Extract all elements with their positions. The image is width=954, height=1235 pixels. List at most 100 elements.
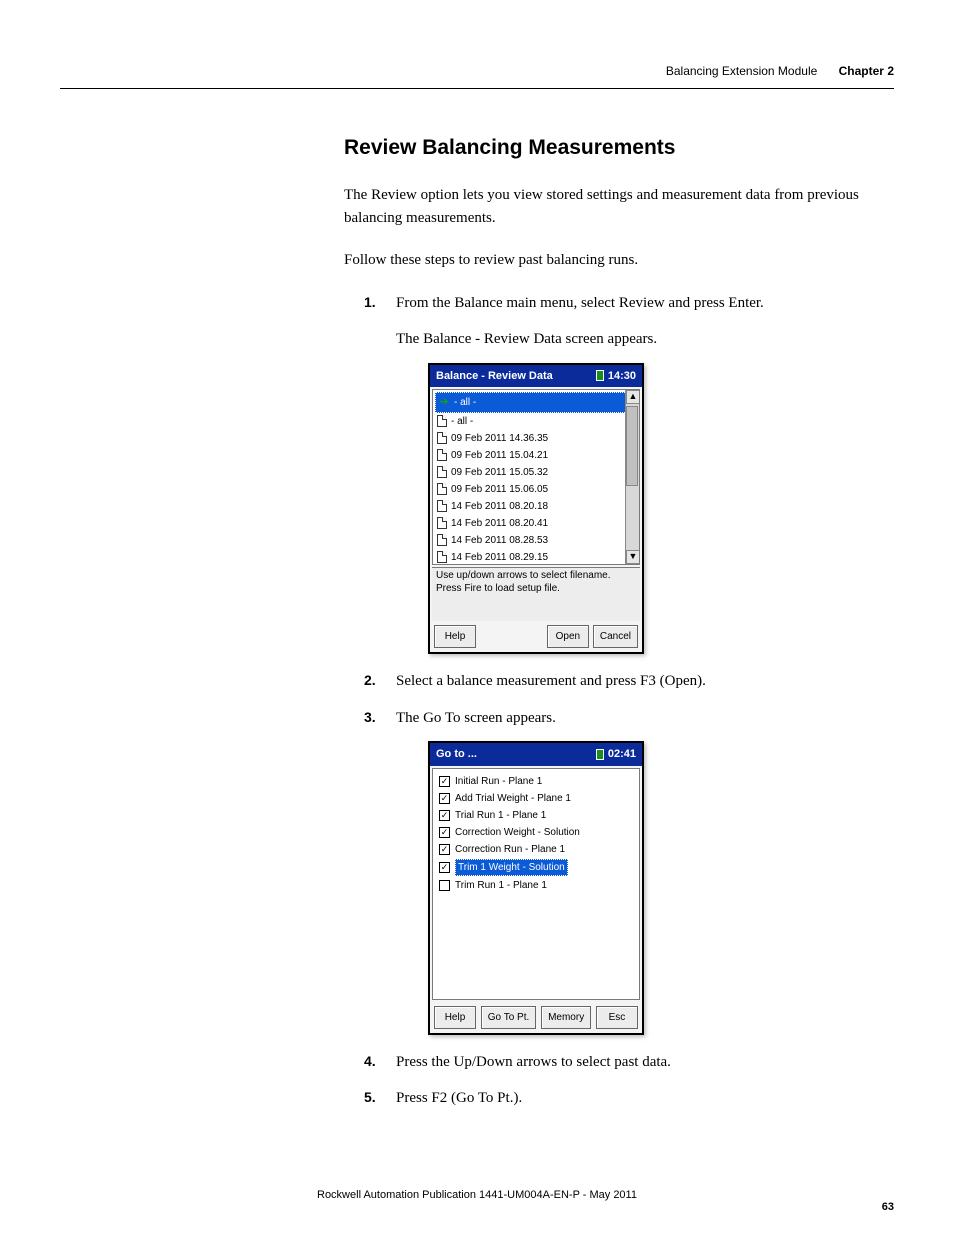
check-label: Correction Run - Plane 1 xyxy=(455,842,565,857)
file-list: ➔ - all - - all - 09 Feb 2011 14.36.35 0… xyxy=(433,390,639,565)
publication-line: Rockwell Automation Publication 1441-UM0… xyxy=(0,1189,954,1201)
check-item[interactable]: Trial Run 1 - Plane 1 xyxy=(439,807,633,824)
document-icon xyxy=(437,534,447,546)
step-1-sub: The Balance - Review Data screen appears… xyxy=(396,328,894,351)
checkbox-icon xyxy=(439,776,450,787)
file-listbox[interactable]: ➔ - all - - all - 09 Feb 2011 14.36.35 0… xyxy=(432,389,640,565)
check-item[interactable]: Initial Run - Plane 1 xyxy=(439,773,633,790)
device2-buttonbar: Help Go To Pt. Memory Esc xyxy=(430,1002,642,1033)
device1-time: 14:30 xyxy=(608,368,636,385)
page-footer: Rockwell Automation Publication 1441-UM0… xyxy=(0,1189,954,1201)
step-number: 2. xyxy=(364,670,376,691)
checkbox-icon xyxy=(439,827,450,838)
hint-line-1: Use up/down arrows to select filename. xyxy=(436,570,636,583)
help-button[interactable]: Help xyxy=(434,1006,476,1029)
step-text: Press F2 (Go To Pt.). xyxy=(396,1090,522,1106)
esc-button[interactable]: Esc xyxy=(596,1006,638,1029)
hint-line-2: Press Fire to load setup file. xyxy=(436,583,636,596)
list-item-label: 14 Feb 2011 08.28.53 xyxy=(451,533,548,548)
list-item[interactable]: 09 Feb 2011 14.36.35 xyxy=(435,430,637,447)
steps-list: 1. From the Balance main menu, select Re… xyxy=(364,292,894,1110)
document-icon xyxy=(437,517,447,529)
hint-area: Use up/down arrows to select filename. P… xyxy=(432,567,640,621)
checkbox-icon xyxy=(439,793,450,804)
step-1: 1. From the Balance main menu, select Re… xyxy=(364,292,894,655)
step-5: 5. Press F2 (Go To Pt.). xyxy=(364,1087,894,1110)
step-text: Select a balance measurement and press F… xyxy=(396,673,706,689)
device2-clock: 02:41 xyxy=(596,746,636,763)
device1-clock: 14:30 xyxy=(596,368,636,385)
scroll-down-icon[interactable]: ▼ xyxy=(626,550,640,564)
memory-button[interactable]: Memory xyxy=(541,1006,591,1029)
goto-checklist[interactable]: Initial Run - Plane 1 Add Trial Weight -… xyxy=(432,768,640,1000)
check-item-selected[interactable]: Trim 1 Weight - Solution xyxy=(439,858,633,877)
list-item[interactable]: 09 Feb 2011 15.06.05 xyxy=(435,481,637,498)
device2-title: Go to ... xyxy=(436,746,477,763)
step-4: 4. Press the Up/Down arrows to select pa… xyxy=(364,1051,894,1074)
checkbox-icon xyxy=(439,862,450,873)
open-button[interactable]: Open xyxy=(547,625,589,648)
document-icon xyxy=(437,483,447,495)
cancel-button[interactable]: Cancel xyxy=(593,625,638,648)
document-icon xyxy=(437,500,447,512)
spacer xyxy=(480,625,543,648)
running-header: Balancing Extension Module Chapter 2 xyxy=(666,64,894,78)
check-item[interactable]: Correction Run - Plane 1 xyxy=(439,841,633,858)
step-text: Press the Up/Down arrows to select past … xyxy=(396,1054,671,1070)
list-item-label: - all - xyxy=(454,395,476,410)
follow-paragraph: Follow these steps to review past balanc… xyxy=(344,249,894,272)
step-2: 2. Select a balance measurement and pres… xyxy=(364,670,894,693)
check-label: Correction Weight - Solution xyxy=(455,825,580,840)
main-content: Review Balancing Measurements The Review… xyxy=(344,136,894,1124)
document-icon xyxy=(437,415,447,427)
step-text: The Go To screen appears. xyxy=(396,710,556,726)
document-icon xyxy=(437,551,447,563)
help-button[interactable]: Help xyxy=(434,625,476,648)
checkbox-icon xyxy=(439,844,450,855)
document-icon xyxy=(437,449,447,461)
scrollbar[interactable]: ▲ ▼ xyxy=(625,390,639,564)
page-number: 63 xyxy=(882,1201,894,1213)
battery-icon xyxy=(596,370,604,381)
list-item-label: 14 Feb 2011 08.29.15 xyxy=(451,550,548,565)
header-rule xyxy=(60,88,894,89)
list-item[interactable]: 14 Feb 2011 08.20.41 xyxy=(435,515,637,532)
check-label: Add Trial Weight - Plane 1 xyxy=(455,791,571,806)
step-text: From the Balance main menu, select Revie… xyxy=(396,295,764,311)
checkbox-icon xyxy=(439,880,450,891)
header-section: Balancing Extension Module xyxy=(666,64,817,78)
list-item[interactable]: 09 Feb 2011 15.05.32 xyxy=(435,464,637,481)
device-goto: Go to ... 02:41 Initial Run - Plane 1 Ad… xyxy=(428,741,644,1035)
list-item-label: 09 Feb 2011 15.04.21 xyxy=(451,448,548,463)
header-chapter: Chapter 2 xyxy=(839,64,894,78)
step-number: 1. xyxy=(364,292,376,313)
check-label: Trim 1 Weight - Solution xyxy=(455,859,568,876)
check-item[interactable]: Add Trial Weight - Plane 1 xyxy=(439,790,633,807)
device-review-data: Balance - Review Data 14:30 ➔ - all - xyxy=(428,363,644,655)
list-item[interactable]: 14 Feb 2011 08.28.53 xyxy=(435,532,637,549)
step-number: 4. xyxy=(364,1051,376,1072)
check-label: Trim Run 1 - Plane 1 xyxy=(455,878,547,893)
scroll-up-icon[interactable]: ▲ xyxy=(626,390,640,404)
list-item[interactable]: 09 Feb 2011 15.04.21 xyxy=(435,447,637,464)
device1-buttonbar: Help Open Cancel xyxy=(430,621,642,652)
scroll-thumb[interactable] xyxy=(626,406,638,486)
check-label: Initial Run - Plane 1 xyxy=(455,774,542,789)
check-item[interactable]: Correction Weight - Solution xyxy=(439,824,633,841)
document-icon xyxy=(437,432,447,444)
check-label: Trial Run 1 - Plane 1 xyxy=(455,808,546,823)
check-item[interactable]: Trim Run 1 - Plane 1 xyxy=(439,877,633,894)
list-item-label: 09 Feb 2011 14.36.35 xyxy=(451,431,548,446)
list-item[interactable]: 14 Feb 2011 08.29.15 xyxy=(435,549,637,566)
page-title: Review Balancing Measurements xyxy=(344,136,894,160)
goto-pt-button[interactable]: Go To Pt. xyxy=(481,1006,537,1029)
step-number: 3. xyxy=(364,707,376,728)
list-item[interactable]: - all - xyxy=(435,413,637,430)
checkbox-icon xyxy=(439,810,450,821)
list-item-selected[interactable]: ➔ - all - xyxy=(435,392,637,413)
list-item[interactable]: 14 Feb 2011 08.20.18 xyxy=(435,498,637,515)
list-item-label: 09 Feb 2011 15.06.05 xyxy=(451,482,548,497)
list-item-label: - all - xyxy=(451,414,473,429)
arrow-right-icon: ➔ xyxy=(438,394,450,411)
device1-title: Balance - Review Data xyxy=(436,368,553,385)
